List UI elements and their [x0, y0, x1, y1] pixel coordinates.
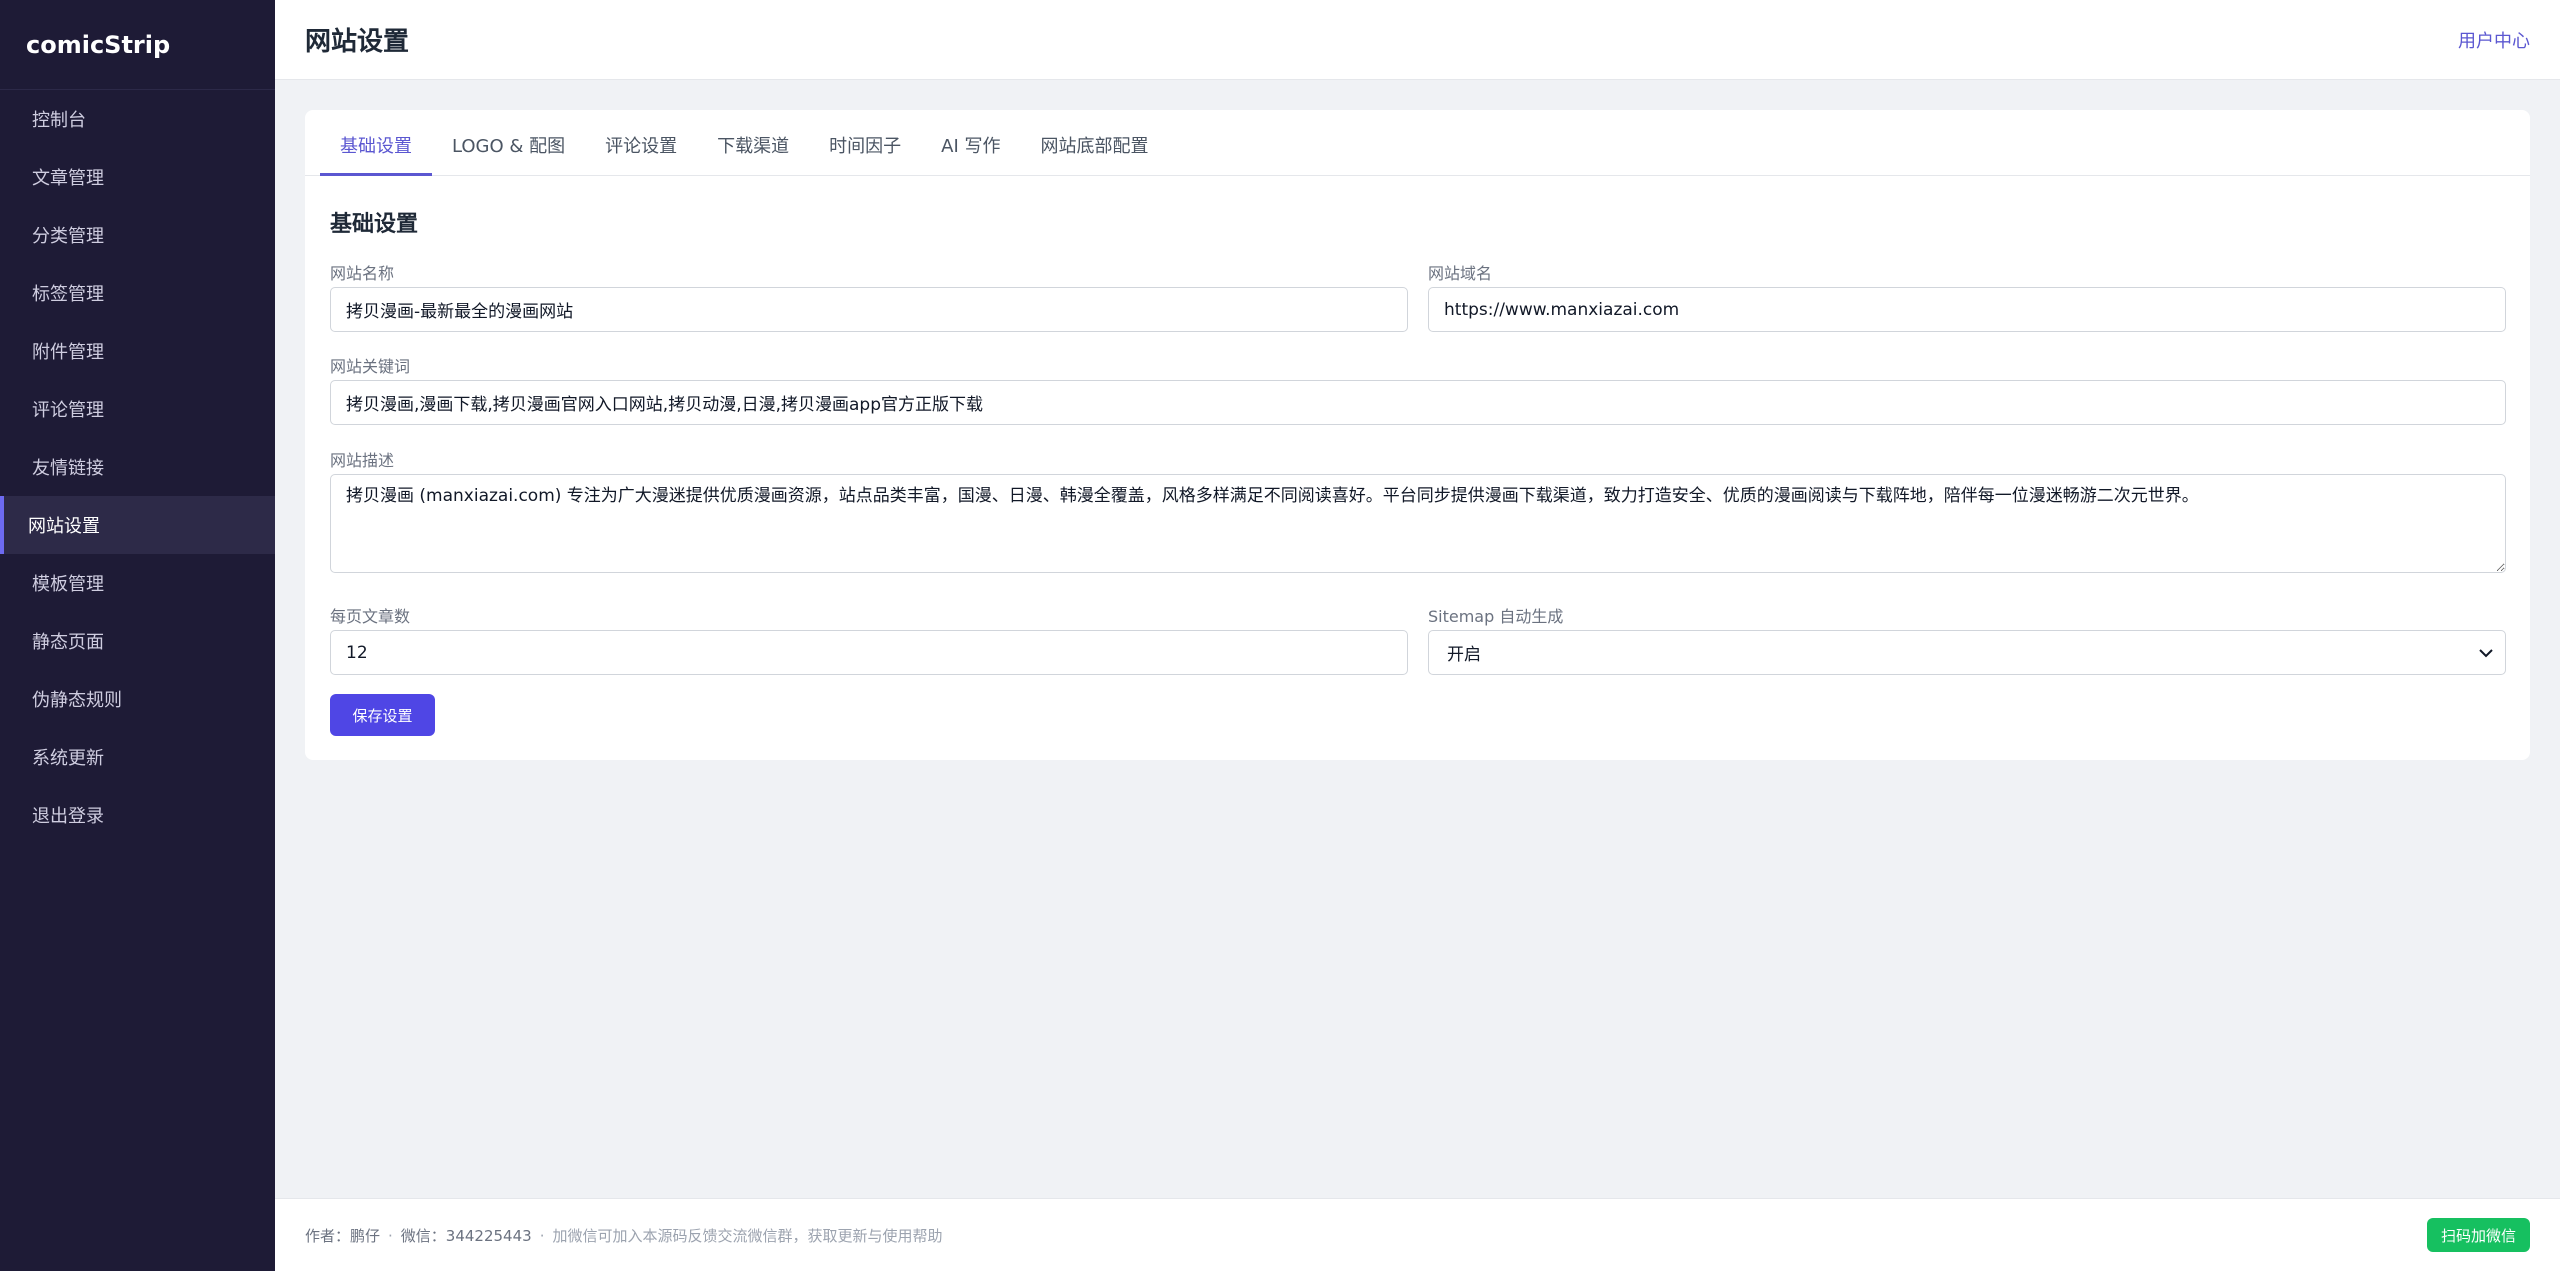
- tab-download-channels[interactable]: 下载渠道: [697, 110, 809, 176]
- sidebar-item-dashboard[interactable]: 控制台: [0, 90, 275, 148]
- settings-card: 基础设置 LOGO & 配图 评论设置 下载渠道 时间因子 AI 写作 网站底部…: [305, 110, 2530, 760]
- top-bar: 网站设置 用户中心: [275, 0, 2560, 80]
- footer-wechat: 微信：344225443: [400, 1226, 532, 1245]
- tab-footer-config[interactable]: 网站底部配置: [1021, 110, 1169, 176]
- sidebar-item-tags[interactable]: 标签管理: [0, 264, 275, 322]
- sitemap-label: Sitemap 自动生成: [1428, 607, 1564, 626]
- user-center-link[interactable]: 用户中心: [2458, 27, 2530, 53]
- sidebar-item-articles[interactable]: 文章管理: [0, 148, 275, 206]
- site-name-input[interactable]: [330, 287, 1408, 332]
- sidebar: comicStrip 控制台 文章管理 分类管理 标签管理 附件管理 评论管理 …: [0, 0, 275, 1271]
- keywords-input[interactable]: [330, 380, 2506, 425]
- tab-logo-images[interactable]: LOGO & 配图: [432, 110, 585, 176]
- sidebar-item-site-settings[interactable]: 网站设置: [0, 496, 275, 554]
- footer: 作者：鹏仔 · 微信：344225443 · 加微信可加入本源码反馈交流微信群，获取更新…: [275, 1198, 2560, 1271]
- keywords-label: 网站关键词: [330, 357, 411, 376]
- save-button[interactable]: 保存设置: [330, 694, 435, 736]
- sidebar-item-logout[interactable]: 退出登录: [0, 786, 275, 844]
- sidebar-item-templates[interactable]: 模板管理: [0, 554, 275, 612]
- sidebar-item-comments[interactable]: 评论管理: [0, 380, 275, 438]
- tab-ai-writing[interactable]: AI 写作: [921, 110, 1020, 176]
- description-label: 网站描述: [330, 451, 395, 470]
- description-textarea[interactable]: 拷贝漫画 (manxiazai.com) 专注为广大漫迷提供优质漫画资源，站点品…: [330, 474, 2506, 573]
- sidebar-item-attachments[interactable]: 附件管理: [0, 322, 275, 380]
- tab-basic-settings[interactable]: 基础设置: [320, 110, 432, 176]
- sidebar-item-system-update[interactable]: 系统更新: [0, 728, 275, 786]
- main-area: 网站设置 用户中心 基础设置 LOGO & 配图 评论设置 下载渠道 时间因子 …: [275, 0, 2560, 1271]
- sidebar-nav: 控制台 文章管理 分类管理 标签管理 附件管理 评论管理 友情链接 网站设置 模…: [0, 90, 275, 844]
- wechat-scan-button[interactable]: 扫码加微信: [2426, 1218, 2530, 1252]
- tab-comment-settings[interactable]: 评论设置: [585, 110, 697, 176]
- footer-author: 作者：鹏仔: [305, 1226, 381, 1245]
- section-title: 基础设置: [330, 212, 419, 237]
- footer-note: 加微信可加入本源码反馈交流微信群，获取更新与使用帮助: [552, 1226, 943, 1245]
- sidebar-item-friend-links[interactable]: 友情链接: [0, 438, 275, 496]
- footer-info: 作者：鹏仔 · 微信：344225443 · 加微信可加入本源码反馈交流微信群，获取更新…: [305, 1226, 943, 1245]
- tab-time-factor[interactable]: 时间因子: [809, 110, 921, 176]
- per-page-input[interactable]: [330, 630, 1408, 675]
- sidebar-item-static-pages[interactable]: 静态页面: [0, 612, 275, 670]
- sidebar-item-rewrite-rules[interactable]: 伪静态规则: [0, 670, 275, 728]
- site-name-label: 网站名称: [330, 264, 395, 283]
- chevron-down-icon: [2479, 643, 2493, 662]
- per-page-label: 每页文章数: [330, 607, 411, 626]
- sitemap-select-value: 开启: [1447, 645, 1481, 665]
- site-domain-label: 网站域名: [1428, 264, 1493, 283]
- page-title: 网站设置: [305, 27, 410, 57]
- site-domain-input[interactable]: [1428, 287, 2506, 332]
- sidebar-item-categories[interactable]: 分类管理: [0, 206, 275, 264]
- sitemap-select[interactable]: 开启: [1428, 630, 2506, 675]
- settings-tabs: 基础设置 LOGO & 配图 评论设置 下载渠道 时间因子 AI 写作 网站底部…: [305, 110, 2530, 176]
- brand-logo: comicStrip: [0, 0, 275, 90]
